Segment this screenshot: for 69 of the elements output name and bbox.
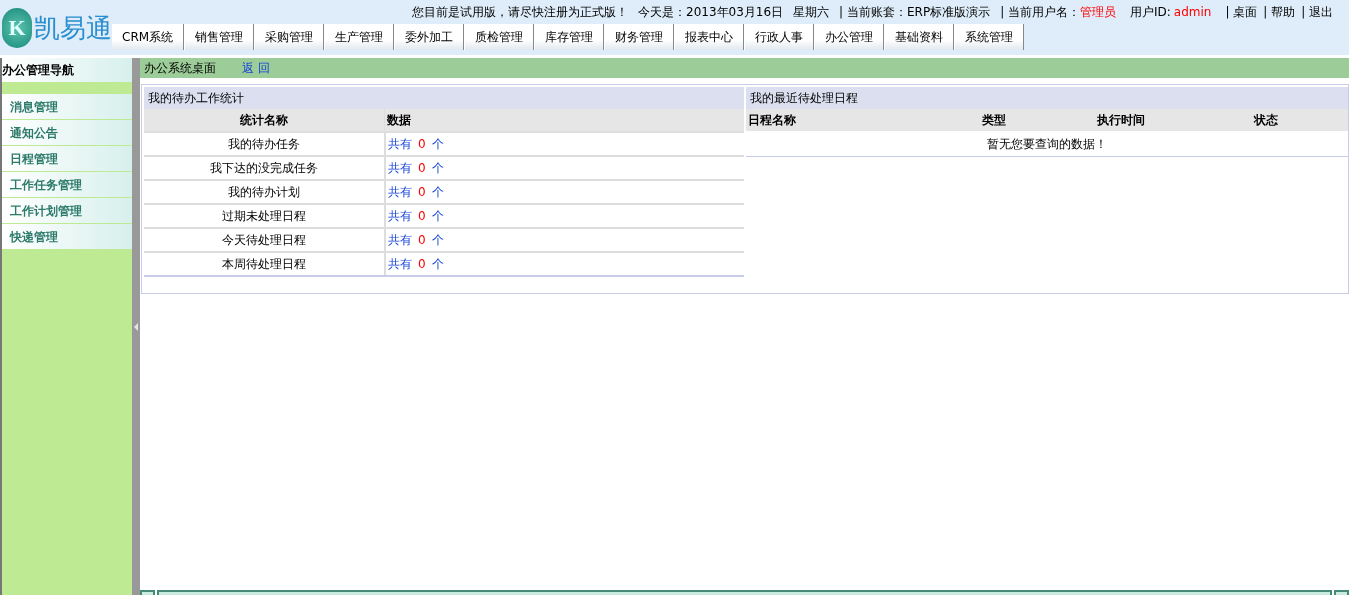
count-value: 0 bbox=[418, 160, 426, 177]
sidebar-item[interactable]: 消息管理 bbox=[2, 94, 132, 120]
count-prefix: 共有 bbox=[388, 256, 412, 273]
count-prefix: 共有 bbox=[388, 136, 412, 153]
schedule-title: 我的最近待处理日程 bbox=[746, 87, 1348, 109]
menu-tab[interactable]: 委外加工 bbox=[394, 24, 465, 50]
user-name: 管理员 bbox=[1080, 4, 1116, 21]
table-cell-text: 本周待处理日程 bbox=[221, 256, 307, 273]
column-header: 日程名称 bbox=[747, 112, 797, 129]
stats-title: 我的待办工作统计 bbox=[144, 87, 744, 109]
menu-tab[interactable]: 库存管理 bbox=[534, 24, 605, 50]
user-label: | 当前用户名： bbox=[1000, 4, 1080, 21]
table-cell-text: 我的待办任务 bbox=[227, 136, 301, 153]
table-cell-text: 我下达的没完成任务 bbox=[209, 160, 319, 177]
menu-tab[interactable]: CRM系统 bbox=[112, 24, 185, 50]
date-text: 今天是：2013年03月16日 bbox=[638, 4, 784, 21]
count-unit: 个 bbox=[431, 232, 444, 249]
sidebar-item[interactable]: 日程管理 bbox=[2, 146, 132, 172]
logo-badge: K bbox=[2, 7, 32, 48]
account-text: | 当前账套：ERP标准版演示 bbox=[839, 4, 991, 21]
count-unit: 个 bbox=[431, 136, 444, 153]
header-link[interactable]: | 退出 bbox=[1301, 3, 1333, 21]
column-header: 执行时间 bbox=[1096, 112, 1146, 129]
column-header: 数据 bbox=[384, 109, 744, 131]
column-header: 类型 bbox=[981, 112, 1007, 129]
count-unit: 个 bbox=[431, 208, 444, 225]
user-id: admin bbox=[1173, 4, 1212, 21]
breadcrumb-title: 办公系统桌面 bbox=[144, 60, 216, 77]
sidebar-item[interactable]: 工作计划管理 bbox=[2, 198, 132, 224]
menu-tab[interactable]: 财务管理 bbox=[604, 24, 675, 50]
table-cell-text: 我的待办计划 bbox=[227, 184, 301, 201]
sidebar-item[interactable]: 通知公告 bbox=[2, 120, 132, 146]
sidebar-item[interactable]: 快递管理 bbox=[2, 224, 132, 250]
menu-tab[interactable]: 销售管理 bbox=[184, 24, 255, 50]
count-unit: 个 bbox=[431, 160, 444, 177]
count-prefix: 共有 bbox=[388, 208, 412, 225]
menu-tab[interactable]: 系统管理 bbox=[954, 24, 1025, 50]
table-cell-text: 过期未处理日程 bbox=[221, 208, 307, 225]
header-link[interactable]: | 桌面 bbox=[1225, 3, 1258, 21]
menu-tab[interactable]: 行政人事 bbox=[744, 24, 815, 50]
logo-text: 凯易通 bbox=[34, 14, 112, 41]
trial-notice: 您目前是试用版，请尽快注册为正式版！ bbox=[412, 4, 629, 21]
back-link[interactable]: 返 回 bbox=[242, 59, 270, 77]
count-value: 0 bbox=[418, 232, 426, 249]
count-prefix: 共有 bbox=[388, 184, 412, 201]
table-cell-text: 今天待处理日程 bbox=[221, 232, 307, 249]
count-value: 0 bbox=[418, 136, 426, 153]
count-value: 0 bbox=[418, 208, 426, 225]
sidebar-title: 办公管理导航 bbox=[2, 58, 132, 82]
count-prefix: 共有 bbox=[388, 232, 412, 249]
empty-message: 暂无您要查询的数据！ bbox=[987, 135, 1107, 153]
menu-tab[interactable]: 质检管理 bbox=[464, 24, 535, 50]
count-value: 0 bbox=[418, 184, 426, 201]
menu-tab[interactable]: 生产管理 bbox=[324, 24, 395, 50]
column-header: 状态 bbox=[1252, 112, 1279, 129]
menu-tab[interactable]: 采购管理 bbox=[254, 24, 325, 50]
header-link[interactable]: | 帮助 bbox=[1263, 3, 1296, 21]
menu-tab[interactable]: 报表中心 bbox=[674, 24, 745, 50]
menu-tab[interactable]: 基础资料 bbox=[884, 24, 955, 50]
menu-tab[interactable]: 办公管理 bbox=[814, 24, 885, 50]
column-header: 统计名称 bbox=[239, 112, 289, 129]
count-prefix: 共有 bbox=[388, 160, 412, 177]
count-value: 0 bbox=[418, 256, 426, 273]
count-unit: 个 bbox=[431, 256, 444, 273]
sidebar-item[interactable]: 工作任务管理 bbox=[2, 172, 132, 198]
weekday-text: 星期六 bbox=[793, 4, 830, 21]
user-id-label: 用户ID: bbox=[1130, 4, 1171, 21]
count-unit: 个 bbox=[431, 184, 444, 201]
horizontal-scrollbar[interactable] bbox=[140, 590, 1349, 595]
